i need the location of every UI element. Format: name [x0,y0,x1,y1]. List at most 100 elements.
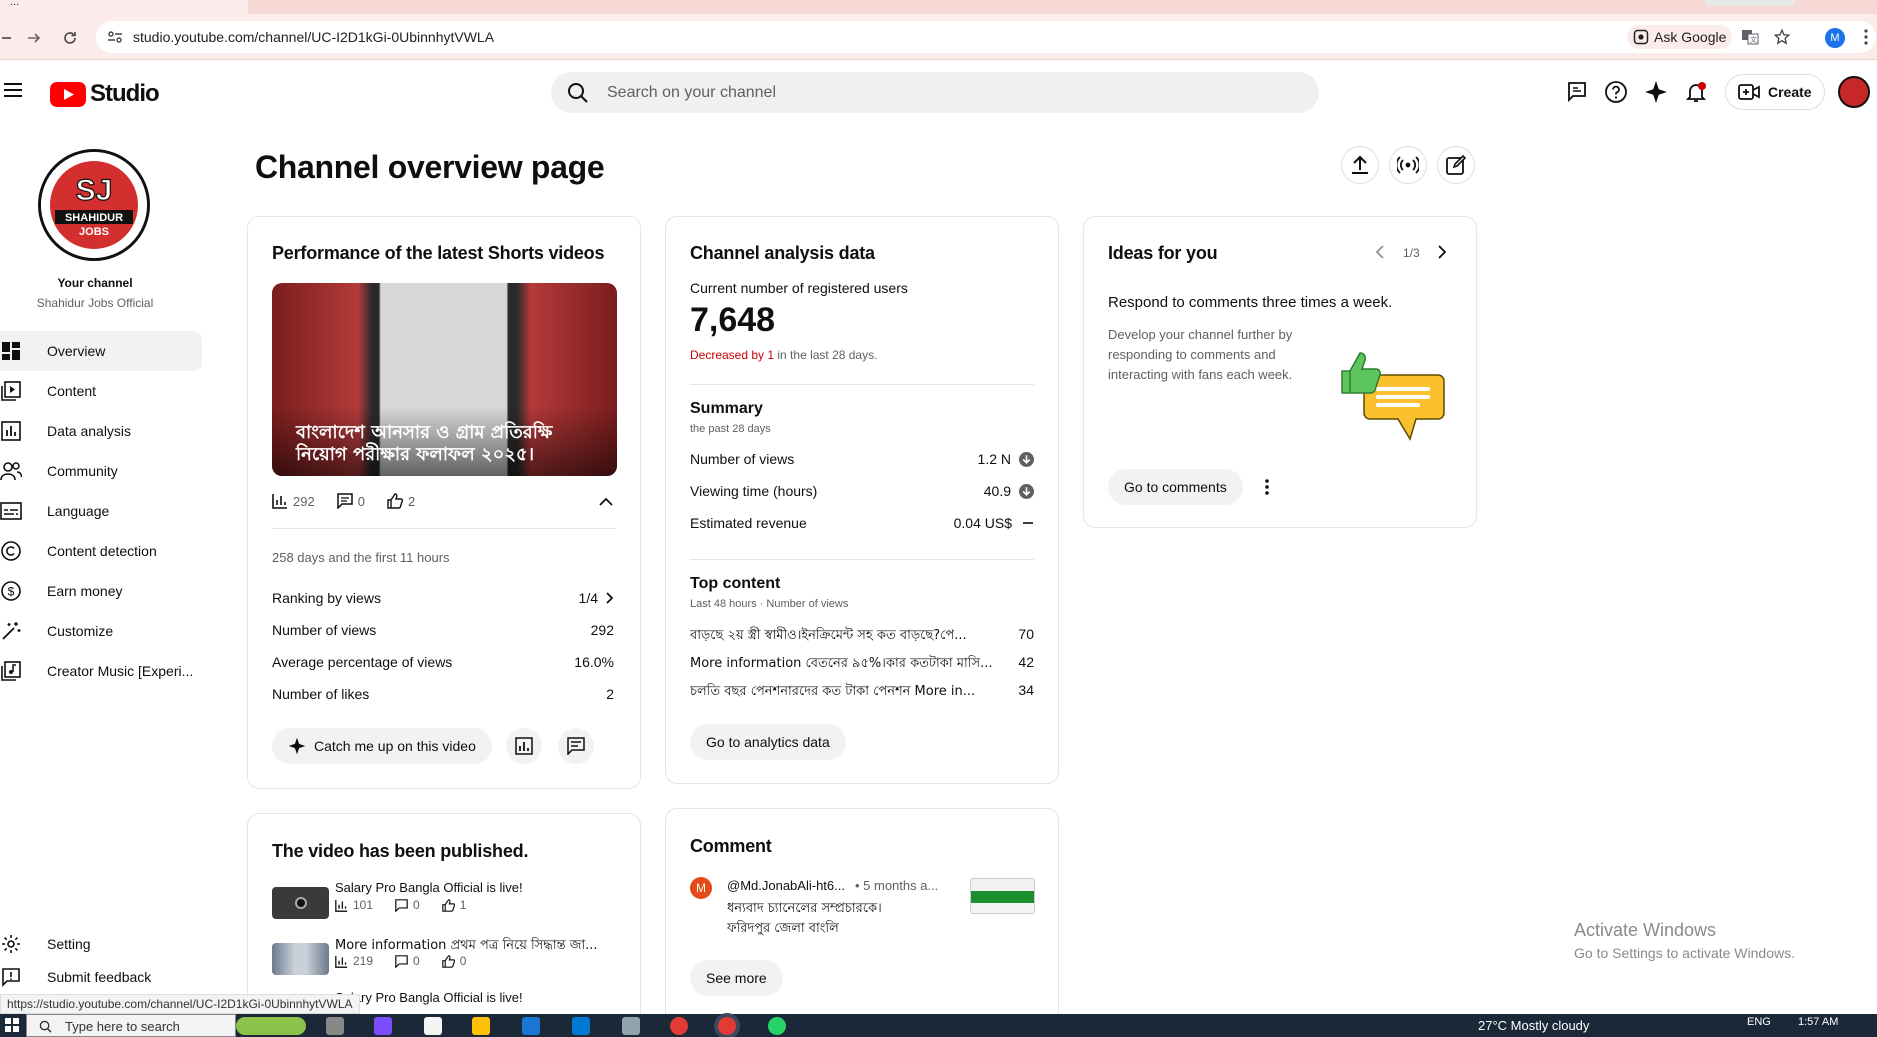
divider [272,528,616,529]
file-icon[interactable] [424,1017,442,1035]
windows-taskbar: Type here to search 27°C Mostly cloudy E… [0,1014,1877,1037]
go-live-button[interactable] [1389,146,1427,184]
copilot-icon[interactable] [374,1017,392,1035]
browser-menu-icon[interactable] [1864,29,1868,45]
sidebar-item-label: Overview [47,343,106,359]
sidebar-item-creator-music[interactable]: Creator Music [Experi... [0,651,202,691]
account-avatar[interactable] [1838,76,1870,108]
ranking-row[interactable]: Ranking by views 1/4 [272,590,614,606]
edit-icon [1446,155,1466,175]
video-comments-button[interactable] [558,728,594,764]
notifications-bell-icon[interactable] [1684,80,1708,104]
search-icon [39,1020,52,1033]
store-icon[interactable] [522,1017,540,1035]
create-post-button[interactable] [1437,146,1475,184]
sidebar-item-content[interactable]: Content [0,371,202,411]
file-explorer-icon[interactable] [472,1017,490,1035]
sparkle-icon[interactable] [1644,80,1668,104]
catch-me-up-button[interactable]: Catch me up on this video [272,728,492,764]
clock[interactable]: 1:57 AM [1798,1016,1838,1028]
chevron-left-icon[interactable] [1375,245,1385,259]
site-info-icon[interactable] [106,29,124,45]
comment-icon [567,737,585,755]
top-content-value: 34 [1018,682,1034,698]
sidebar-item-content-detection[interactable]: Content detection [0,531,202,571]
taskbar-widget-icon[interactable] [236,1017,306,1035]
video-title: Salary Pro Bangla Official is live! [335,880,523,895]
forward-icon[interactable] [22,26,46,50]
svg-text:SJ: SJ [76,174,113,207]
comment-meta: @Md.JonabAli-ht6... • 5 months a... [727,878,938,893]
url-text[interactable]: studio.youtube.com/channel/UC-I2D1kGi-0U… [133,29,494,45]
upload-button[interactable] [1341,146,1379,184]
dollar-icon: $ [0,581,22,601]
top-content-row[interactable]: বাড়ছে ২য় স্ত্রী স্বামীও।ইনক্রিমেন্ট সহ… [690,626,1034,647]
row-value: 0.04 US$ [953,515,1012,531]
channel-search-bar[interactable] [551,72,1319,113]
sidebar-item-community[interactable]: Community [0,451,202,491]
studio-logo[interactable]: Studio [50,80,160,108]
browser-profile-avatar[interactable]: M [1825,28,1845,48]
sidebar-item-language[interactable]: Language [0,491,202,531]
bookmark-star-icon[interactable] [1773,28,1791,46]
channel-avatar[interactable]: SJ SHAHIDUR JOBS [38,149,150,261]
bar-chart-icon [272,493,288,509]
top-content-row[interactable]: চলতি বছর পেনশনারদের কত টাকা পেনশন More i… [690,682,1034,703]
shorts-thumbnail[interactable]: বাংলাদেশ আনসার ও গ্রাম প্রতিরক্ষি নিয়োগ… [272,283,617,476]
thumbs-up-icon [441,954,455,968]
search-input[interactable] [607,72,1297,113]
browser-tab-active[interactable]: ... [0,0,248,14]
row-label: Estimated revenue [690,515,807,531]
comment-author[interactable]: @Md.JonabAli-ht6... [727,878,845,893]
down-arrow-circle-icon [1019,451,1034,467]
video-analytics-button[interactable] [506,728,542,764]
chevron-up-icon[interactable] [599,497,613,507]
more-options-icon[interactable] [1265,479,1269,495]
sidebar-item-earn-money[interactable]: $ Earn money [0,571,202,611]
go-to-analytics-button[interactable]: Go to analytics data [690,724,846,760]
create-button[interactable]: Create [1725,74,1825,110]
published-video-item[interactable]: Salary Pro Bangla Official is live! 101 … [272,880,612,924]
app-icon[interactable] [622,1017,640,1035]
back-icon[interactable] [0,28,12,48]
analytics-icon [515,737,533,755]
windows-start-icon[interactable] [5,1018,19,1032]
url-bar[interactable]: studio.youtube.com/channel/UC-I2D1kGi-0U… [96,21,1876,53]
ask-google-button[interactable]: Ask Google [1627,25,1733,49]
row-label: Viewing time (hours) [690,483,818,499]
hamburger-menu-icon[interactable] [2,82,24,98]
sidebar-item-data-analysis[interactable]: Data analysis [0,411,202,451]
sidebar-item-customize[interactable]: Customize [0,611,202,651]
row-value: 292 [590,622,614,638]
summary-title: Summary [690,400,763,417]
likes-stat: 1 [441,898,466,912]
feedback-messages-icon[interactable] [1565,80,1589,104]
sidebar-item-label: Content [47,383,97,399]
sidebar-item-feedback[interactable]: Submit feedback [0,964,202,990]
language-indicator[interactable]: ENG [1747,1016,1771,1028]
tab-search-button[interactable] [1705,0,1795,6]
see-more-button[interactable]: See more [690,960,783,996]
translate-icon[interactable]: 文 [1741,29,1759,45]
taskbar-search[interactable]: Type here to search [26,1014,236,1037]
help-icon[interactable] [1604,80,1628,104]
create-label: Create [1768,84,1812,100]
chrome-active-icon[interactable] [718,1017,736,1035]
outlook-icon[interactable] [572,1017,590,1035]
commented-video-thumbnail[interactable] [970,878,1035,914]
reload-icon[interactable] [58,26,82,50]
task-view-icon[interactable] [326,1017,344,1035]
comments-count: 0 [357,493,365,509]
weather-widget[interactable]: 27°C Mostly cloudy [1478,1018,1589,1033]
svg-text:文: 文 [1750,35,1757,44]
chevron-right-icon[interactable] [1437,245,1447,259]
go-to-comments-button[interactable]: Go to comments [1108,469,1243,505]
whatsapp-icon[interactable] [768,1017,786,1035]
chrome-icon[interactable] [670,1017,688,1035]
shorts-stats: 292 0 2 [272,493,415,509]
commenter-avatar[interactable]: M [690,877,712,899]
sidebar-item-overview[interactable]: Overview [0,331,202,371]
published-video-item[interactable]: More information প্রথম পত্র নিয়ে সিদ্ধা… [272,936,612,980]
sidebar-item-settings[interactable]: Setting [0,924,202,964]
top-content-row[interactable]: More information বেতনের ৯৫%।কার কতটাকা ম… [690,654,1034,675]
